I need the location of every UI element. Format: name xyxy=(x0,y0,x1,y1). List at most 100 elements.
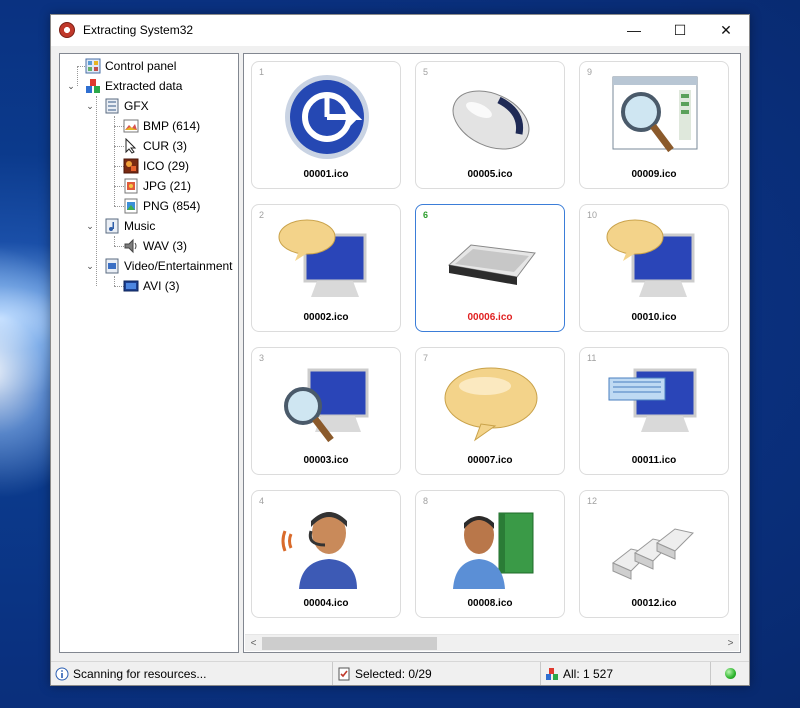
tree-item-bmp[interactable]: BMP (614) xyxy=(123,117,200,135)
speech-bubble-icon xyxy=(444,367,538,442)
maximize-button[interactable]: ☐ xyxy=(657,15,703,46)
tree-item-png[interactable]: PNG (854) xyxy=(123,197,200,215)
tile-00001[interactable]: 1 00001.ico xyxy=(251,61,401,189)
tree-item-label: ICO (29) xyxy=(143,159,190,173)
title-bar[interactable]: Extracting System32 — ☐ ✕ xyxy=(51,15,749,46)
status-led-icon xyxy=(724,668,736,679)
tile-label: 00009.ico xyxy=(631,169,677,180)
tree-item-label: Control panel xyxy=(105,59,177,73)
jpg-file-icon xyxy=(123,178,139,194)
tree-item-music[interactable]: Music xyxy=(104,217,155,235)
tree-item-avi[interactable]: AVI (3) xyxy=(123,277,179,295)
resource-tree[interactable]: Control panel ⌄ Extracted data ⌄ GFX BMP… xyxy=(59,53,239,653)
tile-number: 1 xyxy=(259,67,265,77)
collapse-icon[interactable]: ⌄ xyxy=(84,100,96,112)
tile-number: 5 xyxy=(423,67,429,77)
tile-label: 00003.ico xyxy=(303,455,349,466)
music-folder-icon xyxy=(104,218,120,234)
folder-gfx-icon xyxy=(104,98,120,114)
tile-label: 00011.ico xyxy=(631,455,677,466)
tile-00008[interactable]: 8 00008.ico xyxy=(415,490,565,618)
headset-person-icon xyxy=(281,512,357,589)
app-icon xyxy=(59,22,75,38)
tree-item-ico[interactable]: ICO (29) xyxy=(123,157,189,175)
close-icon: ✕ xyxy=(720,21,732,38)
tile-number: 3 xyxy=(259,353,265,363)
clock-circle-icon xyxy=(285,75,369,159)
all-resources-icon xyxy=(545,667,559,681)
cursor-file-icon xyxy=(123,137,139,154)
tile-label: 00002.ico xyxy=(303,312,349,323)
status-scanning-text: Scanning for resources... xyxy=(73,666,207,681)
tree-item-label: Music xyxy=(124,219,156,233)
app-window: Extracting System32 — ☐ ✕ Control panel … xyxy=(50,14,750,686)
tree-item-extracted-data[interactable]: Extracted data xyxy=(85,77,182,95)
content-area: Control panel ⌄ Extracted data ⌄ GFX BMP… xyxy=(59,53,741,659)
status-scanning: Scanning for resources... xyxy=(51,662,333,685)
tile-00004[interactable]: 4 00004.ico xyxy=(251,490,401,618)
avi-file-icon xyxy=(123,278,139,294)
tile-label: 00005.ico xyxy=(467,169,513,180)
horizontal-scrollbar[interactable]: < > xyxy=(245,634,739,651)
tree-item-label: Extracted data xyxy=(105,79,183,93)
keyboard-icon xyxy=(447,244,536,285)
tree-item-label: CUR (3) xyxy=(143,139,187,153)
video-folder-icon xyxy=(104,258,120,274)
collapse-icon[interactable]: ⌄ xyxy=(65,80,77,92)
tree-item-label: WAV (3) xyxy=(143,239,187,253)
tree-item-gfx[interactable]: GFX xyxy=(104,97,149,115)
control-panel-icon xyxy=(85,58,101,74)
tile-label: 00001.ico xyxy=(303,169,349,180)
minimize-icon: — xyxy=(627,22,641,38)
tile-00006[interactable]: 6 00006.ico xyxy=(415,204,565,332)
status-bar: Scanning for resources... Selected: 0/29… xyxy=(51,661,749,685)
tile-00003[interactable]: 3 00003.ico xyxy=(251,347,401,475)
status-indicator xyxy=(711,662,749,685)
icon-grid-panel[interactable]: 1 00001.ico 5 00005.ico 9 00009.ico 2 00… xyxy=(243,53,741,653)
mouse-icon xyxy=(452,90,530,150)
png-file-icon xyxy=(123,198,139,214)
tile-number: 6 xyxy=(423,210,429,220)
collapse-icon[interactable]: ⌄ xyxy=(84,220,96,232)
minimize-button[interactable]: — xyxy=(611,15,657,46)
collapse-icon[interactable]: ⌄ xyxy=(84,260,96,272)
monitor-speech-icon xyxy=(606,219,695,297)
tree-item-label: BMP (614) xyxy=(143,119,201,133)
tile-number: 4 xyxy=(259,496,265,506)
wav-file-icon xyxy=(123,238,139,254)
tile-number: 2 xyxy=(259,210,265,220)
scroll-thumb[interactable] xyxy=(262,637,437,650)
tile-00010[interactable]: 10 00010.ico xyxy=(579,204,729,332)
tile-00012[interactable]: 12 00012.ico xyxy=(579,490,729,618)
tile-label: 00007.ico xyxy=(467,455,513,466)
monitor-keyboard-icon xyxy=(608,368,697,432)
tree-item-video[interactable]: Video/Entertainment xyxy=(104,257,233,275)
tile-00007[interactable]: 7 00007.ico xyxy=(415,347,565,475)
status-selected-text: Selected: 0/29 xyxy=(355,666,432,681)
tile-number: 7 xyxy=(423,353,429,363)
tile-number: 11 xyxy=(587,353,597,363)
tile-label: 00004.ico xyxy=(303,598,349,609)
tile-00009[interactable]: 9 00009.ico xyxy=(579,61,729,189)
tile-label: 00010.ico xyxy=(631,312,677,323)
tree-item-label: AVI (3) xyxy=(143,279,180,293)
person-book-icon xyxy=(453,512,534,589)
close-button[interactable]: ✕ xyxy=(703,15,749,46)
tree-item-label: GFX xyxy=(124,99,149,113)
monitor-speech-icon xyxy=(278,219,367,297)
tree-item-wav[interactable]: WAV (3) xyxy=(123,237,187,255)
keys-icon xyxy=(612,528,694,580)
window-title: Extracting System32 xyxy=(83,23,194,37)
tree-item-label: Video/Entertainment xyxy=(124,259,233,273)
scroll-right-icon[interactable]: > xyxy=(722,635,739,652)
magnifier-window-icon xyxy=(612,76,698,153)
tile-label: 00006.ico xyxy=(467,312,513,323)
tree-item-jpg[interactable]: JPG (21) xyxy=(123,177,191,195)
tree-item-label: PNG (854) xyxy=(143,199,201,213)
tile-00002[interactable]: 2 00002.ico xyxy=(251,204,401,332)
tile-00011[interactable]: 11 00011.ico xyxy=(579,347,729,475)
tree-item-cur[interactable]: CUR (3) xyxy=(123,137,187,155)
scroll-left-icon[interactable]: < xyxy=(245,635,262,652)
tree-item-control-panel[interactable]: Control panel xyxy=(85,57,176,75)
tile-00005[interactable]: 5 00005.ico xyxy=(415,61,565,189)
